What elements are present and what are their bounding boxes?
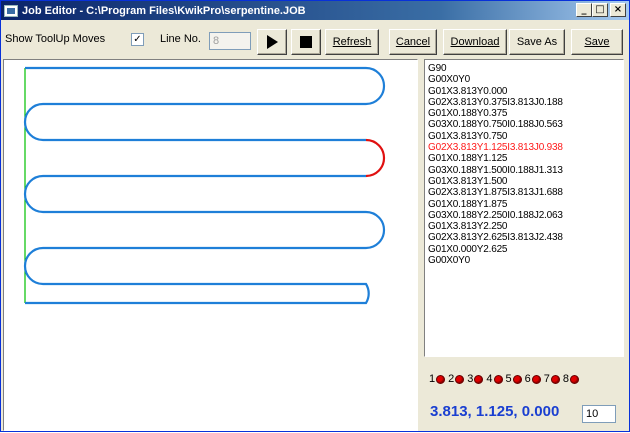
- step-input[interactable]: [582, 405, 616, 423]
- io-indicator-6: 6: [525, 373, 541, 385]
- job-editor-window: Job Editor - C:\Program Files\KwikPro\se…: [0, 0, 630, 432]
- save-button[interactable]: Save: [571, 29, 623, 55]
- toolbar: Show ToolUp Moves ✓ Line No. Refresh Can…: [1, 21, 629, 55]
- download-button[interactable]: Download: [443, 29, 507, 55]
- gcode-line[interactable]: G03X0.188Y1.500I0.188J1.313: [428, 165, 620, 176]
- line-no-input[interactable]: [209, 32, 251, 50]
- line-no-label: Line No.: [160, 33, 201, 45]
- led-icon: [474, 374, 484, 384]
- show-toolup-checkbox[interactable]: ✓: [131, 33, 144, 46]
- toolpath-segment-1: [23, 66, 386, 142]
- io-indicator-label: 4: [486, 373, 493, 385]
- io-indicator-4: 4: [486, 373, 503, 385]
- refresh-button[interactable]: Refresh: [325, 29, 379, 55]
- status-panel: 12345678 3.813, 1.125, 0.000: [424, 361, 624, 431]
- toolpath-segment-2: [23, 174, 386, 305]
- io-indicator-5: 5: [506, 373, 522, 385]
- window-title: Job Editor - C:\Program Files\KwikPro\se…: [22, 4, 306, 17]
- title-bar[interactable]: Job Editor - C:\Program Files\KwikPro\se…: [1, 1, 629, 20]
- io-indicator-8: 8: [563, 373, 579, 385]
- save-as-button[interactable]: Save As: [509, 29, 565, 55]
- active-toolpath-segment: [365, 138, 386, 178]
- io-indicator-label: 3: [467, 373, 474, 385]
- window-controls: _ □ ×: [576, 3, 626, 17]
- gcode-line[interactable]: G01X0.188Y1.125: [428, 153, 620, 164]
- led-icon: [493, 374, 503, 384]
- io-indicator-3: 3: [467, 373, 484, 385]
- io-indicator-label: 1: [429, 373, 436, 385]
- stop-button[interactable]: [291, 29, 321, 55]
- gcode-line[interactable]: G00X0Y0: [428, 255, 620, 266]
- gcode-line[interactable]: G01X3.813Y2.250: [428, 221, 620, 232]
- stop-icon: [300, 36, 312, 48]
- io-indicators: 12345678: [429, 373, 579, 385]
- led-icon: [531, 374, 541, 384]
- maximize-button[interactable]: □: [592, 3, 608, 17]
- gcode-line[interactable]: G01X3.813Y1.500: [428, 176, 620, 187]
- io-indicator-label: 6: [524, 373, 531, 385]
- gcode-line[interactable]: G01X3.813Y0.000: [428, 86, 620, 97]
- io-indicator-label: 8: [562, 373, 569, 385]
- gcode-line[interactable]: G02X3.813Y1.875I3.813J1.688: [428, 187, 620, 198]
- gcode-line-active[interactable]: G02X3.813Y1.125I3.813J0.938: [428, 142, 620, 153]
- led-icon: [436, 374, 446, 384]
- show-toolup-label: Show ToolUp Moves: [5, 33, 106, 45]
- io-indicator-7: 7: [544, 373, 560, 385]
- toolpath-plot: [23, 66, 386, 305]
- led-icon: [570, 374, 579, 384]
- position-readout: 3.813, 1.125, 0.000: [430, 403, 560, 420]
- close-button[interactable]: ×: [610, 3, 626, 17]
- led-icon: [455, 374, 465, 384]
- toolpath-canvas[interactable]: [3, 59, 418, 431]
- io-indicator-label: 7: [543, 373, 550, 385]
- app-icon: [4, 4, 18, 17]
- gcode-line[interactable]: G00X0Y0: [428, 74, 620, 85]
- io-indicator-label: 2: [448, 373, 455, 385]
- gcode-listbox[interactable]: G90 G00X0Y0 G01X3.813Y0.000 G02X3.813Y0.375…: [424, 59, 624, 357]
- io-indicator-1: 1: [429, 373, 446, 385]
- io-indicator-2: 2: [448, 373, 465, 385]
- gcode-line[interactable]: G01X0.188Y1.875: [428, 199, 620, 210]
- led-icon: [550, 374, 560, 384]
- led-icon: [512, 374, 522, 384]
- gcode-line[interactable]: G02X3.813Y0.375I3.813J0.188: [428, 97, 620, 108]
- play-icon: [266, 35, 278, 49]
- io-indicator-label: 5: [505, 373, 512, 385]
- play-button[interactable]: [257, 29, 287, 55]
- cancel-button[interactable]: Cancel: [389, 29, 437, 55]
- gcode-line[interactable]: G90: [428, 63, 620, 74]
- gcode-line[interactable]: G03X0.188Y2.250I0.188J2.063: [428, 210, 620, 221]
- gcode-line[interactable]: G01X0.188Y0.375: [428, 108, 620, 119]
- gcode-line[interactable]: G02X3.813Y2.625I3.813J2.438: [428, 232, 620, 243]
- gcode-line[interactable]: G01X3.813Y0.750: [428, 131, 620, 142]
- minimize-button[interactable]: _: [576, 3, 592, 17]
- gcode-line[interactable]: G03X0.188Y0.750I0.188J0.563: [428, 119, 620, 130]
- gcode-line[interactable]: G01X0.000Y2.625: [428, 244, 620, 255]
